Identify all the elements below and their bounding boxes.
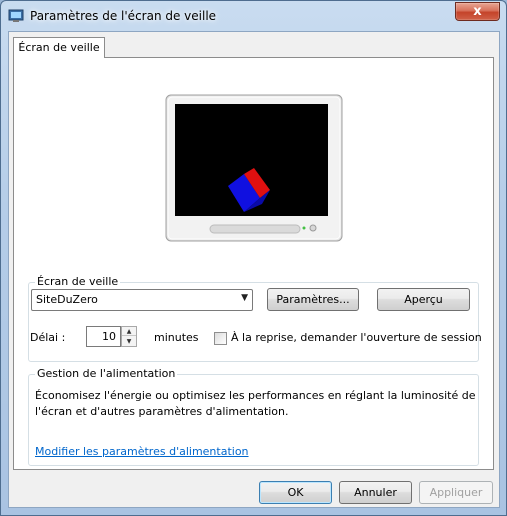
- power-description-line1: Économisez l'énergie ou optimisez les pe…: [35, 389, 476, 402]
- cancel-button-label: Annuler: [354, 486, 397, 499]
- delay-value: 10: [102, 330, 116, 343]
- screensaver-group-label: Écran de veille: [35, 275, 121, 288]
- spin-up-icon[interactable]: ▲: [122, 327, 136, 336]
- power-settings-link[interactable]: Modifier les paramètres d'alimentation: [35, 445, 249, 458]
- window-title: Paramètres de l'écran de veille: [30, 9, 217, 23]
- screensaver-select[interactable]: SiteDuZero ▼: [31, 289, 253, 311]
- power-group-label: Gestion de l'alimentation: [35, 367, 178, 380]
- display-settings-icon: [8, 9, 24, 22]
- tab-label: Écran de veille: [18, 41, 100, 54]
- delay-input[interactable]: 10: [86, 326, 121, 347]
- cancel-button[interactable]: Annuler: [339, 481, 412, 504]
- cube-icon: [228, 168, 270, 212]
- tab-screensaver[interactable]: Écran de veille: [13, 37, 105, 58]
- delay-label: Délai :: [30, 331, 66, 344]
- settings-button[interactable]: Paramètres...: [267, 288, 359, 311]
- resume-label[interactable]: À la reprise, demander l'ouverture de se…: [231, 331, 482, 344]
- dialog-window: Paramètres de l'écran de veille x Écran …: [0, 0, 507, 516]
- screensaver-selected-value: SiteDuZero: [36, 293, 98, 306]
- resume-checkbox[interactable]: [214, 332, 227, 345]
- minutes-label: minutes: [154, 331, 199, 344]
- settings-button-label: Paramètres...: [276, 293, 350, 306]
- spin-down-icon[interactable]: ▼: [122, 337, 136, 346]
- ok-button-label: OK: [287, 486, 304, 499]
- preview-button[interactable]: Aperçu: [377, 288, 470, 311]
- title-bar[interactable]: Paramètres de l'écran de veille x: [1, 1, 506, 31]
- close-button[interactable]: x: [455, 2, 500, 21]
- ok-button[interactable]: OK: [259, 481, 332, 504]
- chevron-down-icon: ▼: [241, 293, 248, 303]
- dialog-client: Écran de veille Écran de veille Gestion …: [8, 31, 500, 508]
- apply-button-label: Appliquer: [429, 486, 483, 499]
- delay-stepper[interactable]: ▲ ▼: [121, 326, 137, 347]
- preview-button-label: Aperçu: [404, 293, 443, 306]
- close-icon: x: [473, 4, 482, 19]
- apply-button[interactable]: Appliquer: [419, 481, 493, 504]
- power-description-line2: l'écran et d'autres paramètres d'aliment…: [35, 405, 289, 418]
